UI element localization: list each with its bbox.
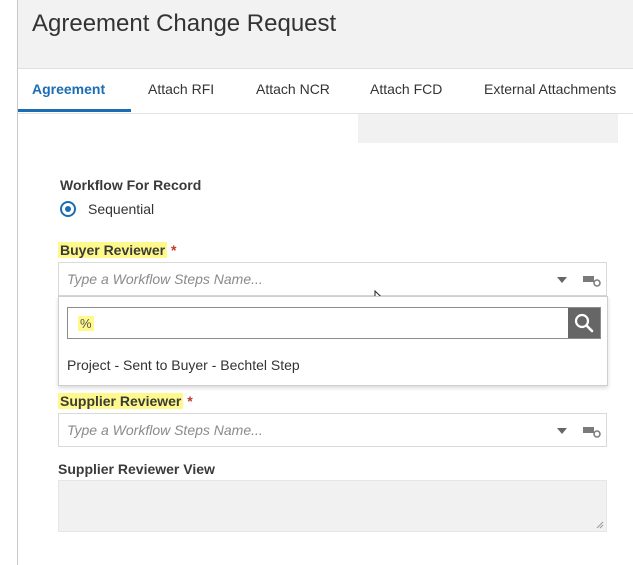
supplier-reviewer-placeholder: Type a Workflow Steps Name...: [67, 422, 263, 438]
supplier-reviewer-view-textarea[interactable]: [58, 480, 607, 532]
required-marker: *: [170, 242, 177, 258]
search-button[interactable]: [568, 308, 600, 338]
dropdown-search-value: %: [78, 316, 94, 331]
tab-bar: Agreement Attach RFI Attach NCR Attach F…: [18, 69, 633, 114]
workflow-label: Workflow For Record: [60, 177, 202, 193]
tab-agreement[interactable]: Agreement: [32, 81, 105, 97]
buyer-reviewer-label-row: Buyer Reviewer *: [58, 242, 176, 258]
dropdown-search-field[interactable]: %: [67, 307, 601, 339]
tab-attach-fcd[interactable]: Attach FCD: [370, 81, 442, 97]
supplier-reviewer-label-row: Supplier Reviewer *: [58, 393, 193, 409]
dropdown-option[interactable]: Project - Sent to Buyer - Bechtel Step: [67, 357, 300, 373]
resize-grip-icon[interactable]: [596, 521, 604, 529]
sequential-label: Sequential: [88, 201, 155, 217]
supplier-reviewer-combobox[interactable]: Type a Workflow Steps Name...: [58, 413, 607, 447]
radio-selected-icon[interactable]: [60, 201, 76, 217]
page-header: Agreement Change Request: [18, 0, 633, 69]
tab-attach-rfi[interactable]: Attach RFI: [148, 81, 214, 97]
page-title: Agreement Change Request: [32, 10, 337, 37]
buyer-reviewer-dropdown: % Project - Sent to Buyer - Bechtel Step: [58, 296, 608, 386]
chevron-down-icon[interactable]: [557, 277, 567, 283]
supplier-reviewer-label: Supplier Reviewer: [58, 393, 184, 409]
active-tab-indicator: [18, 109, 131, 112]
required-marker: *: [187, 393, 193, 409]
search-icon: [574, 313, 594, 333]
supplier-reviewer-view-label: Supplier Reviewer View: [58, 461, 215, 477]
buyer-reviewer-label: Buyer Reviewer: [58, 242, 168, 258]
chevron-down-icon[interactable]: [557, 428, 567, 434]
buyer-reviewer-placeholder: Type a Workflow Steps Name...: [67, 271, 263, 287]
tab-attach-ncr[interactable]: Attach NCR: [256, 81, 330, 97]
buyer-reviewer-combobox[interactable]: Type a Workflow Steps Name...: [58, 262, 607, 296]
tag-icon[interactable]: [583, 273, 601, 287]
gray-panel: [358, 114, 618, 143]
tag-icon[interactable]: [583, 424, 601, 438]
tab-external-attachments[interactable]: External Attachments: [484, 81, 616, 97]
